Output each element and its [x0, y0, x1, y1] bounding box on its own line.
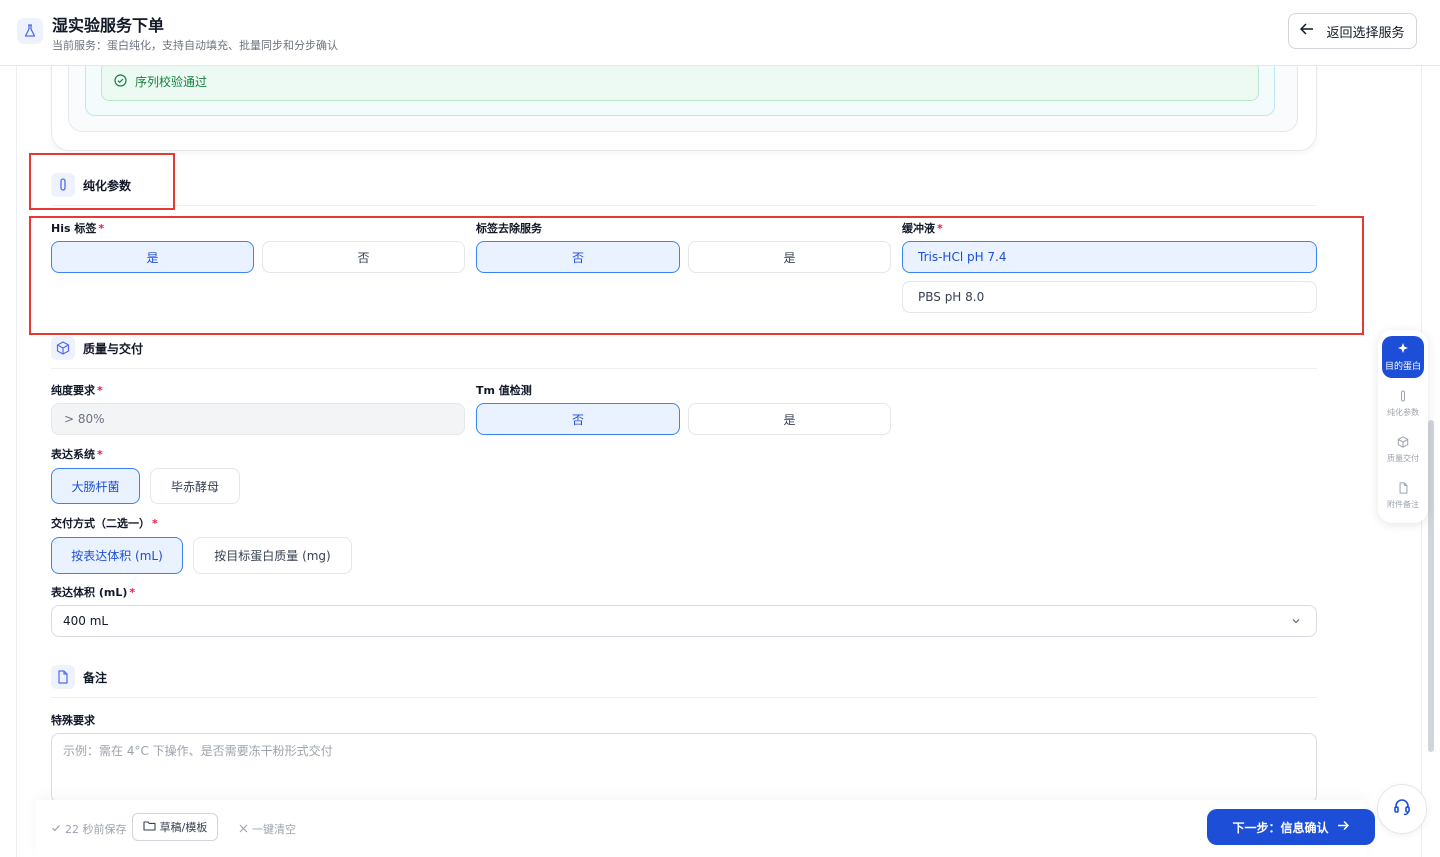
annotation-box-fields: [29, 216, 1364, 335]
page-title: 湿实验服务下单: [52, 16, 165, 35]
delivery-label: 交付方式（二选一） *: [51, 517, 158, 530]
close-icon: [239, 823, 248, 836]
autosave-text: 22 秒前保存: [65, 823, 127, 836]
autosave-status: 22 秒前保存: [51, 821, 127, 837]
section-nav: 目的蛋白 纯化参数 质量交付 附件备注: [1378, 330, 1428, 523]
draft-template-button[interactable]: 草稿/模板: [132, 813, 218, 841]
notes-title: 备注: [83, 670, 108, 685]
check-circle-icon: [114, 73, 127, 90]
annotation-box-title: [29, 153, 175, 210]
clear-all-button[interactable]: 一键清空: [239, 821, 296, 837]
verify-text: 序列校验通过: [135, 75, 208, 89]
nav-item-target-protein[interactable]: 目的蛋白: [1382, 336, 1424, 378]
special-requirements-label: 特殊要求: [51, 714, 95, 727]
delivery-volume-option[interactable]: 按表达体积 (mL): [51, 537, 183, 574]
volume-value: 400 mL: [63, 614, 109, 628]
quality-section-header: 质量与交付: [51, 335, 143, 361]
box-icon: [51, 336, 75, 360]
quality-title: 质量与交付: [83, 341, 144, 356]
sparkle-icon: [1396, 342, 1410, 357]
document-icon: [1398, 482, 1409, 496]
next-label: 下一步：信息确认: [1232, 820, 1329, 835]
nav-item-notes[interactable]: 附件备注: [1378, 482, 1428, 510]
nav-label: 附件备注: [1387, 500, 1419, 509]
nav-label: 质量交付: [1387, 454, 1419, 463]
next-step-button[interactable]: 下一步：信息确认: [1207, 809, 1375, 845]
check-icon: [51, 823, 61, 836]
divider: [51, 368, 1317, 369]
support-button[interactable]: [1377, 784, 1427, 834]
box-icon: [1397, 436, 1409, 450]
volume-label: 表达体积 (mL) *: [51, 586, 136, 599]
tm-yes-option[interactable]: 是: [688, 403, 891, 435]
arrow-left-icon: [1300, 23, 1314, 39]
divider: [51, 205, 1317, 206]
expression-ecoli-option[interactable]: 大肠杆菌: [51, 468, 140, 504]
delivery-mass-option[interactable]: 按目标蛋白质量 (mg): [193, 537, 352, 574]
clear-label: 一键清空: [252, 823, 296, 836]
divider: [51, 697, 1317, 698]
notes-section-header: 备注: [51, 664, 107, 690]
left-gutter: [16, 66, 17, 857]
tm-label: Tm 值检测: [476, 384, 532, 397]
expression-label: 表达系统 *: [51, 448, 103, 461]
arrow-right-icon: [1337, 820, 1350, 834]
nav-item-quality[interactable]: 质量交付: [1378, 436, 1428, 464]
purity-label: 纯度要求 *: [51, 384, 103, 397]
expression-pichia-option[interactable]: 毕赤酵母: [150, 468, 240, 504]
back-button-label: 返回选择服务: [1326, 25, 1405, 41]
flask-icon: [17, 18, 43, 44]
nav-label: 纯化参数: [1387, 408, 1419, 417]
verify-status: 序列校验通过: [101, 62, 1259, 101]
tm-no-option[interactable]: 否: [476, 403, 680, 435]
headset-icon: [1392, 797, 1412, 821]
back-button[interactable]: 返回选择服务: [1288, 13, 1417, 49]
test-tube-icon: [1399, 390, 1407, 404]
volume-select[interactable]: 400 mL: [51, 605, 1317, 637]
nav-label: 目的蛋白: [1384, 362, 1421, 372]
scrollbar[interactable]: [1428, 420, 1434, 752]
folder-icon: [143, 820, 156, 834]
nav-item-purification[interactable]: 纯化参数: [1378, 390, 1428, 418]
special-requirements-input[interactable]: 示例：需在 4°C 下操作、是否需要冻干粉形式交付: [51, 733, 1317, 803]
purity-field[interactable]: > 80%: [51, 403, 465, 435]
draft-label: 草稿/模板: [159, 821, 208, 834]
page-subtitle: 当前服务：蛋白纯化，支持自动填充、批量同步和分步确认: [52, 39, 338, 52]
document-icon: [51, 665, 75, 689]
page-header: 湿实验服务下单 当前服务：蛋白纯化，支持自动填充、批量同步和分步确认 返回选择服…: [0, 0, 1440, 66]
chevron-down-icon: [1290, 615, 1302, 630]
bottom-action-bar: [36, 800, 1366, 857]
